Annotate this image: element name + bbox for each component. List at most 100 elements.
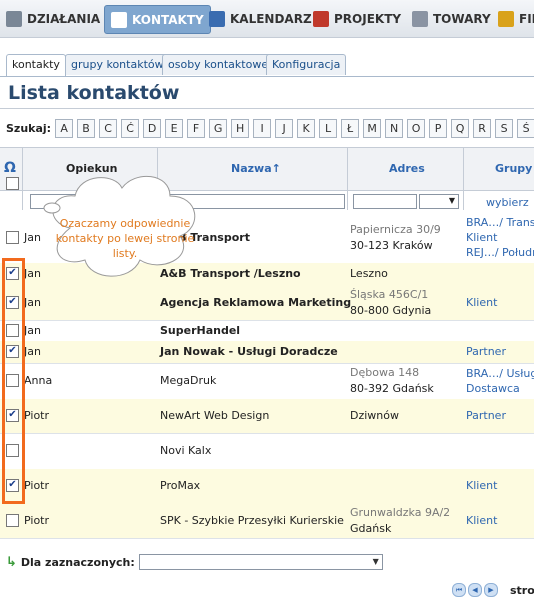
table-row[interactable]: ✔ Piotr NewArt Web Design Dziwnów Partner [0,399,534,434]
contact-name-link[interactable]: ProMax [160,479,200,492]
nav-item-towary[interactable]: TOWARY [412,5,491,32]
row-checkbox[interactable] [6,513,19,527]
letter-button[interactable]: J [275,119,294,138]
table-row[interactable]: Novi Kalx [0,433,534,470]
grupy-filter-link[interactable]: wybierz [486,196,529,209]
row-checkbox[interactable] [6,230,19,244]
group-link[interactable]: REJ…/ Połudn [466,246,534,259]
letter-button[interactable]: E [165,119,184,138]
contact-name-link[interactable]: MegaDruk [160,374,216,387]
group-link[interactable]: Partner [466,345,506,358]
group-link[interactable]: BRA…/ Transp [466,216,534,229]
tab-3[interactable]: osoby kontaktowe [162,54,275,75]
table-row[interactable]: Piotr SPK - Szybkie Przesyłki Kurierskie G… [0,503,534,539]
address-city: Gdańsk [350,521,392,535]
nav-item-label: TOWARY [433,11,491,26]
letter-button[interactable]: H [231,119,250,138]
column-header-adres[interactable]: Adres [389,162,425,175]
pager-label: stron [510,583,534,597]
opiekun-cell: Piotr [24,479,50,492]
letter-button[interactable]: F [187,119,206,138]
table-row[interactable]: Jan SuperHandel [0,320,534,342]
opiekun-cell: Jan [24,295,41,309]
chevron-down-icon: ▼ [372,557,379,566]
selection-highlight-box [2,258,25,504]
contact-name-link[interactable]: Jan Nowak - Usługi Doradcze [160,345,338,358]
address-city: 30-123 Kraków [350,238,433,252]
nav-item-label: PROJEKTY [334,11,402,26]
bulk-actions-label: Dla zaznaczonych: [20,555,135,569]
nav-item-kontakty[interactable]: KONTAKTY [104,5,211,34]
table-row[interactable]: ✔ Piotr ProMax Klient [0,469,534,504]
top-navigation: DZIAŁANIA KONTAKTY KALENDARZ PROJEKTY TOWARY… [0,0,534,38]
nav-item-działania[interactable]: DZIAŁANIA [6,5,100,32]
letter-button[interactable]: L [319,119,338,138]
select-all-symbol[interactable]: Ω [4,160,16,176]
adres-filter-select[interactable]: ▼ [419,194,459,209]
letter-button[interactable]: M [363,119,382,138]
letter-button[interactable]: P [429,119,448,138]
nav-item-fin[interactable]: FIN [498,5,534,32]
column-header-grupy[interactable]: Grupy [495,162,532,175]
letter-button[interactable]: A [55,119,74,138]
group-link[interactable]: Klient [466,514,497,527]
opiekun-cell: Jan [24,230,41,244]
group-link[interactable]: Partner [466,409,506,422]
group-link[interactable]: Klient [466,231,497,244]
column-divider [347,147,348,210]
address-street: Dębowa 148 [350,366,420,379]
address-city: Leszno [350,267,388,280]
letter-button[interactable]: S [495,119,514,138]
select-all-checkbox[interactable] [6,177,19,190]
group-link[interactable]: Klient [466,296,497,309]
address-street: Śląska 456C/1 [350,287,429,301]
adres-filter-input[interactable] [353,194,417,209]
contact-name-link[interactable]: NewArt Web Design [160,409,269,422]
address-city: Dziwnów [350,409,399,422]
letter-button[interactable]: G [209,119,228,138]
page-title: Lista kontaktów [8,82,180,104]
letter-button[interactable]: D [143,119,162,138]
contact-name-link[interactable]: Novi Kalx [160,444,211,457]
letter-button[interactable]: O [407,119,426,138]
column-header-nazwa[interactable]: Nazwa↑ [231,162,281,175]
nav-item-projekty[interactable]: PROJEKTY [313,5,401,32]
letter-button[interactable]: Ś [517,119,534,138]
letter-button[interactable]: R [473,119,492,138]
prev-page-icon[interactable]: ◀ [468,583,482,597]
bulk-action-select[interactable]: ▼ [138,554,383,570]
letter-button[interactable]: Ć [121,119,140,138]
group-link[interactable]: Klient [466,479,497,492]
title-divider [0,108,534,109]
letter-button[interactable]: K [297,119,316,138]
letter-button[interactable]: Ł [341,119,360,138]
nav-item-label: KALENDARZ [230,11,312,26]
tab-4[interactable]: Konfiguracja [266,54,347,75]
callout-text: Ozaczamy odpowiednie kontakty po lewej s… [55,217,195,260]
opiekun-cell: Jan [24,323,41,337]
tab-1[interactable]: kontakty [6,54,66,76]
letter-button[interactable]: B [77,119,96,138]
table-row[interactable]: ✔ Jan Agencja Reklamowa Marketing Śląska 45… [0,285,534,321]
letter-button[interactable]: C [99,119,118,138]
letter-button[interactable]: N [385,119,404,138]
column-divider [463,147,464,210]
letter-button[interactable]: I [253,119,272,138]
column-divider [22,147,23,210]
group-link[interactable]: Dostawca [466,382,520,395]
opiekun-cell: Jan [24,267,41,280]
table-row[interactable]: ✔ Jan Jan Nowak - Usługi Doradcze Partner [0,341,534,364]
nav-item-label: FIN [519,11,534,26]
contact-name-link[interactable]: SPK - Szybkie Przesyłki Kurierskie [160,514,344,527]
gear-icon [6,10,22,27]
alphabet-search: Szukaj: ABCĆDEFGHIJKLŁMNOPQRSŚT [6,119,534,138]
next-page-icon[interactable]: ▶ [484,583,498,597]
contact-name-link[interactable]: SuperHandel [160,324,240,337]
nav-item-kalendarz[interactable]: KALENDARZ [209,5,312,32]
contact-name-link[interactable]: Agencja Reklamowa Marketing [160,296,351,309]
tab-2[interactable]: grupy kontaktów [65,54,170,75]
first-page-icon[interactable]: ⏮ [452,583,466,597]
table-row[interactable]: Anna MegaDruk Dębowa 148 80-392 Gdańsk BRA…/… [0,363,534,400]
letter-button[interactable]: Q [451,119,470,138]
group-link[interactable]: BRA…/ Usługi [466,367,534,380]
